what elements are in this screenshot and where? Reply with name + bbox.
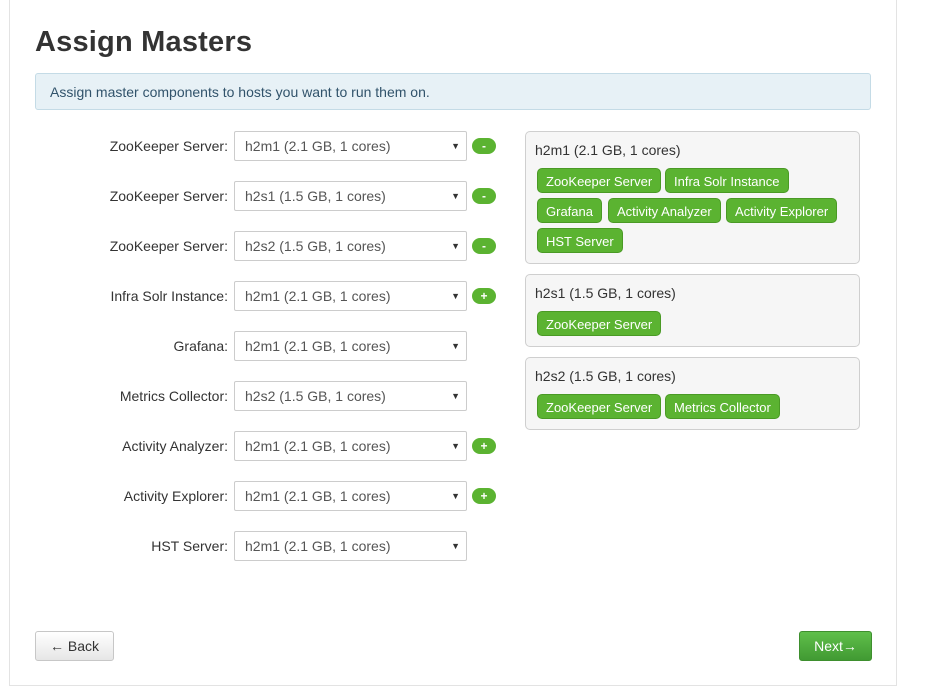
- component-label: Activity Explorer:: [123, 488, 228, 504]
- page-title: Assign Masters: [35, 26, 253, 58]
- assignment-row: Activity Analyzer: h2m1 (2.1 GB, 1 cores…: [40, 431, 500, 461]
- host-select-value: h2s2 (1.5 GB, 1 cores): [245, 388, 386, 404]
- assignment-row: ZooKeeper Server: h2s1 (1.5 GB, 1 cores)…: [40, 181, 500, 211]
- component-label: HST Server:: [151, 538, 228, 554]
- host-select[interactable]: h2m1 (2.1 GB, 1 cores) ▼: [234, 481, 467, 511]
- assignment-row: Infra Solr Instance: h2m1 (2.1 GB, 1 cor…: [40, 281, 500, 311]
- host-select[interactable]: h2s1 (1.5 GB, 1 cores) ▼: [234, 181, 467, 211]
- component-chip: ZooKeeper Server: [537, 311, 662, 336]
- host-select-value: h2m1 (2.1 GB, 1 cores): [245, 338, 391, 354]
- info-alert: Assign master components to hosts you wa…: [35, 73, 871, 110]
- chevron-down-icon: ▼: [451, 441, 460, 451]
- host-select-value: h2m1 (2.1 GB, 1 cores): [245, 538, 391, 554]
- assignment-row: ZooKeeper Server: h2m1 (2.1 GB, 1 cores)…: [40, 131, 500, 161]
- back-button[interactable]: ← Back: [35, 631, 114, 661]
- component-label: Infra Solr Instance:: [110, 288, 228, 304]
- component-label: ZooKeeper Server:: [109, 238, 228, 254]
- remove-component-button[interactable]: -: [472, 238, 496, 254]
- chevron-down-icon: ▼: [451, 541, 460, 551]
- component-chip: ZooKeeper Server: [537, 168, 662, 193]
- chevron-down-icon: ▼: [451, 341, 460, 351]
- chevron-down-icon: ▼: [451, 191, 460, 201]
- component-label: Metrics Collector:: [119, 388, 228, 404]
- assignment-row: HST Server: h2m1 (2.1 GB, 1 cores) ▼: [40, 531, 500, 561]
- host-select[interactable]: h2m1 (2.1 GB, 1 cores) ▼: [234, 131, 467, 161]
- chevron-down-icon: ▼: [451, 241, 460, 251]
- host-select[interactable]: h2s2 (1.5 GB, 1 cores) ▼: [234, 231, 467, 261]
- component-label: ZooKeeper Server:: [109, 188, 228, 204]
- component-chip: Activity Explorer: [726, 198, 838, 223]
- host-name: h2s1 (1.5 GB, 1 cores): [535, 285, 676, 301]
- assignment-row: ZooKeeper Server: h2s2 (1.5 GB, 1 cores)…: [40, 231, 500, 261]
- host-select[interactable]: h2s2 (1.5 GB, 1 cores) ▼: [234, 381, 467, 411]
- next-button[interactable]: Next→: [799, 631, 872, 661]
- host-name: h2s2 (1.5 GB, 1 cores): [535, 368, 676, 384]
- component-chip: Infra Solr Instance: [665, 168, 789, 193]
- component-label: Grafana:: [173, 338, 228, 354]
- host-select-value: h2m1 (2.1 GB, 1 cores): [245, 438, 391, 454]
- host-select-value: h2s2 (1.5 GB, 1 cores): [245, 238, 386, 254]
- component-chip: Grafana: [537, 198, 602, 223]
- host-card: h2m1 (2.1 GB, 1 cores) ZooKeeper Server …: [525, 131, 860, 264]
- host-select-value: h2s1 (1.5 GB, 1 cores): [245, 188, 386, 204]
- chevron-down-icon: ▼: [451, 291, 460, 301]
- add-component-button[interactable]: +: [472, 438, 496, 454]
- host-select[interactable]: h2m1 (2.1 GB, 1 cores) ▼: [234, 431, 467, 461]
- host-card: h2s2 (1.5 GB, 1 cores) ZooKeeper Server …: [525, 357, 860, 430]
- host-select-value: h2m1 (2.1 GB, 1 cores): [245, 138, 391, 154]
- host-select[interactable]: h2m1 (2.1 GB, 1 cores) ▼: [234, 281, 467, 311]
- component-chip: Metrics Collector: [665, 394, 780, 419]
- host-card: h2s1 (1.5 GB, 1 cores) ZooKeeper Server: [525, 274, 860, 347]
- host-select-value: h2m1 (2.1 GB, 1 cores): [245, 488, 391, 504]
- assignment-row: Activity Explorer: h2m1 (2.1 GB, 1 cores…: [40, 481, 500, 511]
- component-label: Activity Analyzer:: [122, 438, 228, 454]
- host-name: h2m1 (2.1 GB, 1 cores): [535, 142, 681, 158]
- host-select[interactable]: h2m1 (2.1 GB, 1 cores) ▼: [234, 531, 467, 561]
- chevron-down-icon: ▼: [451, 491, 460, 501]
- component-label: ZooKeeper Server:: [109, 138, 228, 154]
- remove-component-button[interactable]: -: [472, 138, 496, 154]
- assignment-row: Metrics Collector: h2s2 (1.5 GB, 1 cores…: [40, 381, 500, 411]
- component-chip: Activity Analyzer: [608, 198, 721, 223]
- assignment-row: Grafana: h2m1 (2.1 GB, 1 cores) ▼: [40, 331, 500, 361]
- host-select[interactable]: h2m1 (2.1 GB, 1 cores) ▼: [234, 331, 467, 361]
- chevron-down-icon: ▼: [451, 391, 460, 401]
- host-select-value: h2m1 (2.1 GB, 1 cores): [245, 288, 391, 304]
- chevron-down-icon: ▼: [451, 141, 460, 151]
- component-chip: HST Server: [537, 228, 623, 253]
- remove-component-button[interactable]: -: [472, 188, 496, 204]
- component-chip: ZooKeeper Server: [537, 394, 662, 419]
- add-component-button[interactable]: +: [472, 288, 496, 304]
- add-component-button[interactable]: +: [472, 488, 496, 504]
